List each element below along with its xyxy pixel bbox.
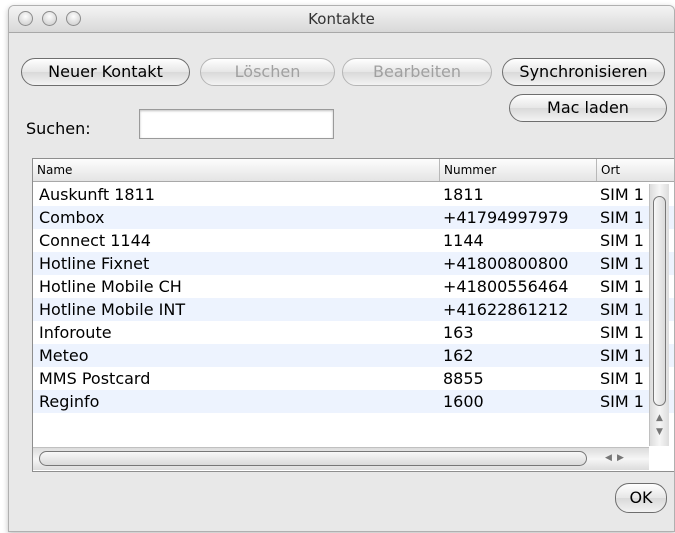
contact-number: 1600 — [443, 392, 484, 411]
window-title: Kontakte — [308, 10, 375, 28]
new-contact-button[interactable]: Neuer Kontakt — [21, 58, 190, 86]
table-row[interactable]: Hotline Mobile INT +41622861212 SIM 1 — [33, 298, 674, 321]
contact-name: Combox — [39, 208, 105, 227]
contact-name: Hotline Mobile INT — [39, 300, 186, 319]
table-row[interactable]: Hotline Fixnet +41800800800 SIM 1 — [33, 252, 674, 275]
column-header-number[interactable]: Nummer — [440, 159, 597, 181]
mac-load-button[interactable]: Mac laden — [509, 94, 667, 122]
contact-name: Meteo — [39, 346, 89, 365]
scroll-up-arrow-icon[interactable]: ▲ — [656, 414, 663, 423]
contact-number: +41800556464 — [443, 277, 569, 296]
scroll-right-arrow-icon[interactable]: ▶ — [617, 454, 624, 463]
horizontal-scroll-thumb[interactable] — [39, 451, 587, 466]
contact-location: SIM 1 — [600, 369, 644, 388]
horizontal-scrollbar[interactable]: ◀ ▶ — [33, 447, 649, 470]
vertical-scrollbar[interactable]: ▲ ▼ — [649, 184, 669, 446]
contact-location: SIM 1 — [600, 231, 644, 250]
table-row[interactable]: MMS Postcard 8855 SIM 1 — [33, 367, 674, 390]
contact-number: 162 — [443, 346, 474, 365]
contacts-window: Kontakte Neuer Kontakt Löschen Bearbeite… — [8, 5, 675, 532]
contact-name: Auskunft 1811 — [39, 185, 155, 204]
contact-location: SIM 1 — [600, 300, 644, 319]
table-row[interactable]: Hotline Mobile CH +41800556464 SIM 1 — [33, 275, 674, 298]
column-header-location[interactable]: Ort — [597, 159, 674, 181]
table-row[interactable]: Connect 1144 1144 SIM 1 — [33, 229, 674, 252]
contact-location: SIM 1 — [600, 392, 644, 411]
contact-number: 163 — [443, 323, 474, 342]
contacts-table: Name Nummer Ort Auskunft 1811 1811 SIM 1… — [32, 158, 674, 472]
vertical-scroll-thumb[interactable] — [653, 196, 666, 406]
table-header: Name Nummer Ort — [33, 159, 674, 182]
synchronize-button[interactable]: Synchronisieren — [502, 58, 665, 86]
edit-button[interactable]: Bearbeiten — [342, 58, 492, 86]
contact-number: 1811 — [443, 185, 484, 204]
contact-number: +41622861212 — [443, 300, 569, 319]
contact-location: SIM 1 — [600, 208, 644, 227]
contact-name: MMS Postcard — [39, 369, 151, 388]
column-header-name[interactable]: Name — [33, 159, 440, 181]
delete-button[interactable]: Löschen — [200, 58, 335, 86]
contact-location: SIM 1 — [600, 254, 644, 273]
contact-location: SIM 1 — [600, 185, 644, 204]
table-row[interactable]: Reginfo 1600 SIM 1 — [33, 390, 674, 413]
scroll-left-arrow-icon[interactable]: ◀ — [605, 454, 612, 463]
search-label: Suchen: — [26, 119, 91, 138]
contact-name: Hotline Mobile CH — [39, 277, 182, 296]
contact-number: +41800800800 — [443, 254, 569, 273]
table-row[interactable]: Auskunft 1811 1811 SIM 1 — [33, 183, 674, 206]
table-row[interactable]: Meteo 162 SIM 1 — [33, 344, 674, 367]
contact-number: 1144 — [443, 231, 484, 250]
title-bar[interactable]: Kontakte — [9, 6, 674, 33]
contact-number: +41794997979 — [443, 208, 569, 227]
contact-name: Inforoute — [39, 323, 112, 342]
table-row[interactable]: Combox +41794997979 SIM 1 — [33, 206, 674, 229]
contact-name: Reginfo — [39, 392, 100, 411]
contact-name: Hotline Fixnet — [39, 254, 150, 273]
search-input[interactable] — [139, 109, 334, 139]
contact-name: Connect 1144 — [39, 231, 151, 250]
contact-number: 8855 — [443, 369, 484, 388]
scroll-down-arrow-icon[interactable]: ▼ — [656, 428, 663, 437]
ok-button[interactable]: OK — [615, 483, 667, 513]
table-row[interactable]: Inforoute 163 SIM 1 — [33, 321, 674, 344]
contact-location: SIM 1 — [600, 277, 644, 296]
contact-location: SIM 1 — [600, 323, 644, 342]
contact-location: SIM 1 — [600, 346, 644, 365]
